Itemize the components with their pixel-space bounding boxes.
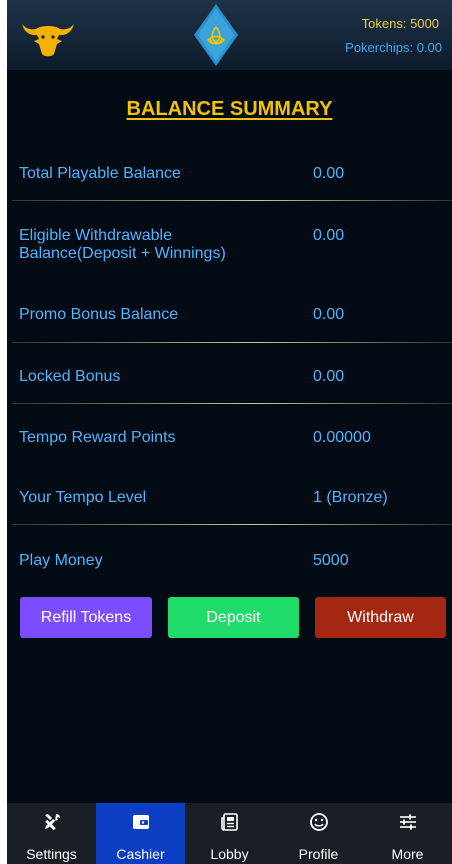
- nav-item-more[interactable]: More: [363, 803, 452, 864]
- smiley-icon: [309, 813, 328, 831]
- divider: [12, 403, 452, 404]
- top-bar: Tokens: 5000 Pokerchips: 0.00: [7, 0, 452, 70]
- page-title: BALANCE SUMMARY: [126, 98, 333, 120]
- total-playable-balance-value: 0.00: [313, 165, 345, 182]
- total-playable-balance-label: Total Playable Balance: [19, 165, 181, 182]
- deposit-button[interactable]: Deposit: [168, 597, 299, 638]
- tempo-reward-points-label: Tempo Reward Points: [19, 429, 176, 446]
- eligible-withdrawable-label-line1: Eligible Withdrawable: [19, 227, 172, 244]
- newspaper-icon: [220, 813, 238, 831]
- pokerchips-balance: Pokerchips: 0.00: [345, 40, 442, 55]
- tempo-reward-points-value: 0.00000: [313, 429, 371, 446]
- nav-label-more: More: [391, 846, 424, 862]
- sliders-icon: [399, 814, 416, 830]
- cashier-screen: Tokens: 5000 Pokerchips: 0.00 BALANCE SU…: [7, 0, 452, 864]
- locked-bonus-value: 0.00: [313, 368, 345, 385]
- divider: [12, 524, 452, 525]
- nav-item-lobby[interactable]: Lobby: [185, 803, 274, 864]
- nav-label-profile: Profile: [298, 846, 339, 862]
- play-money-label: Play Money: [19, 552, 103, 569]
- tokens-balance: Tokens: 5000: [361, 16, 439, 31]
- divider: [12, 200, 452, 201]
- tempo-level-label: Your Tempo Level: [19, 489, 147, 506]
- nav-item-cashier[interactable]: Cashier: [96, 803, 185, 864]
- bull-icon[interactable]: [20, 18, 76, 58]
- withdraw-button[interactable]: Withdraw: [315, 597, 446, 638]
- eligible-withdrawable-value: 0.00: [313, 227, 345, 244]
- nav-label-cashier: Cashier: [116, 846, 165, 862]
- nav-label-settings: Settings: [26, 846, 77, 862]
- promo-bonus-balance-label: Promo Bonus Balance: [19, 306, 179, 323]
- wallet-icon: [132, 815, 149, 829]
- promo-bonus-balance-value: 0.00: [313, 306, 345, 323]
- tempo-level-value: 1 (Bronze): [313, 489, 388, 506]
- tools-icon: [44, 814, 60, 831]
- divider: [12, 342, 452, 343]
- refill-tokens-button[interactable]: Refill Tokens: [20, 597, 152, 638]
- nav-item-settings[interactable]: Settings: [7, 803, 96, 864]
- nav-item-profile[interactable]: Profile: [274, 803, 363, 864]
- play-money-value: 5000: [313, 552, 349, 569]
- locked-bonus-label: Locked Bonus: [19, 368, 121, 385]
- triquetra-diamond-icon[interactable]: [193, 3, 239, 67]
- bottom-nav: Settings Cashier Lobby Profile More: [7, 803, 452, 864]
- eligible-withdrawable-label-line2: Balance(Deposit + Winnings): [19, 245, 226, 262]
- nav-label-lobby: Lobby: [210, 846, 249, 862]
